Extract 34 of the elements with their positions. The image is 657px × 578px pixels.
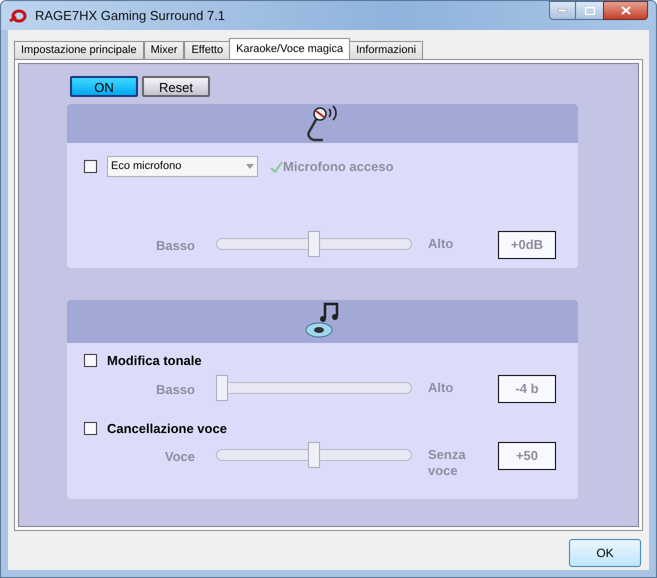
min-label: Basso — [154, 237, 196, 255]
minimize-button[interactable] — [549, 1, 576, 20]
on-button[interactable]: ON — [70, 76, 138, 97]
value-box: +0dB — [498, 231, 556, 259]
tab[interactable]: Mixer — [144, 41, 184, 59]
reset-button[interactable]: Reset — [142, 76, 210, 97]
check-icon — [270, 160, 283, 172]
window-title: RAGE7HX Gaming Surround 7.1 — [35, 6, 226, 25]
dropdown-caret-icon — [246, 164, 254, 169]
value-box: -4 b — [498, 374, 556, 402]
option-label: Modifica tonale — [107, 352, 202, 370]
max-label: Alto — [428, 236, 454, 252]
app-logo-icon — [9, 8, 27, 22]
tab[interactable]: Effetto — [184, 41, 230, 59]
checkbox[interactable] — [84, 160, 97, 173]
checkbox[interactable] — [84, 354, 97, 368]
tab[interactable]: Karaoke/Voce magica — [229, 38, 350, 59]
tab[interactable]: Informazioni — [349, 41, 424, 59]
value-box: +50 — [498, 442, 556, 470]
ok-button[interactable]: OK — [569, 539, 641, 567]
close-icon — [620, 6, 630, 15]
min-label: Basso — [154, 380, 196, 398]
min-label: Voce — [164, 448, 196, 466]
max-label: Senza voce — [428, 447, 467, 479]
microphone-status: Microfono acceso — [283, 158, 394, 176]
tab[interactable]: Impostazione principale — [14, 41, 144, 59]
maximize-button[interactable] — [576, 1, 603, 20]
minimize-icon — [558, 9, 567, 12]
effect-dropdown[interactable]: Eco microfono — [107, 156, 258, 177]
maximize-icon — [584, 6, 594, 14]
close-button[interactable] — [603, 1, 648, 20]
checkbox[interactable] — [84, 422, 97, 435]
option-label: Cancellazione voce — [107, 420, 227, 438]
max-label: Alto — [428, 380, 454, 396]
